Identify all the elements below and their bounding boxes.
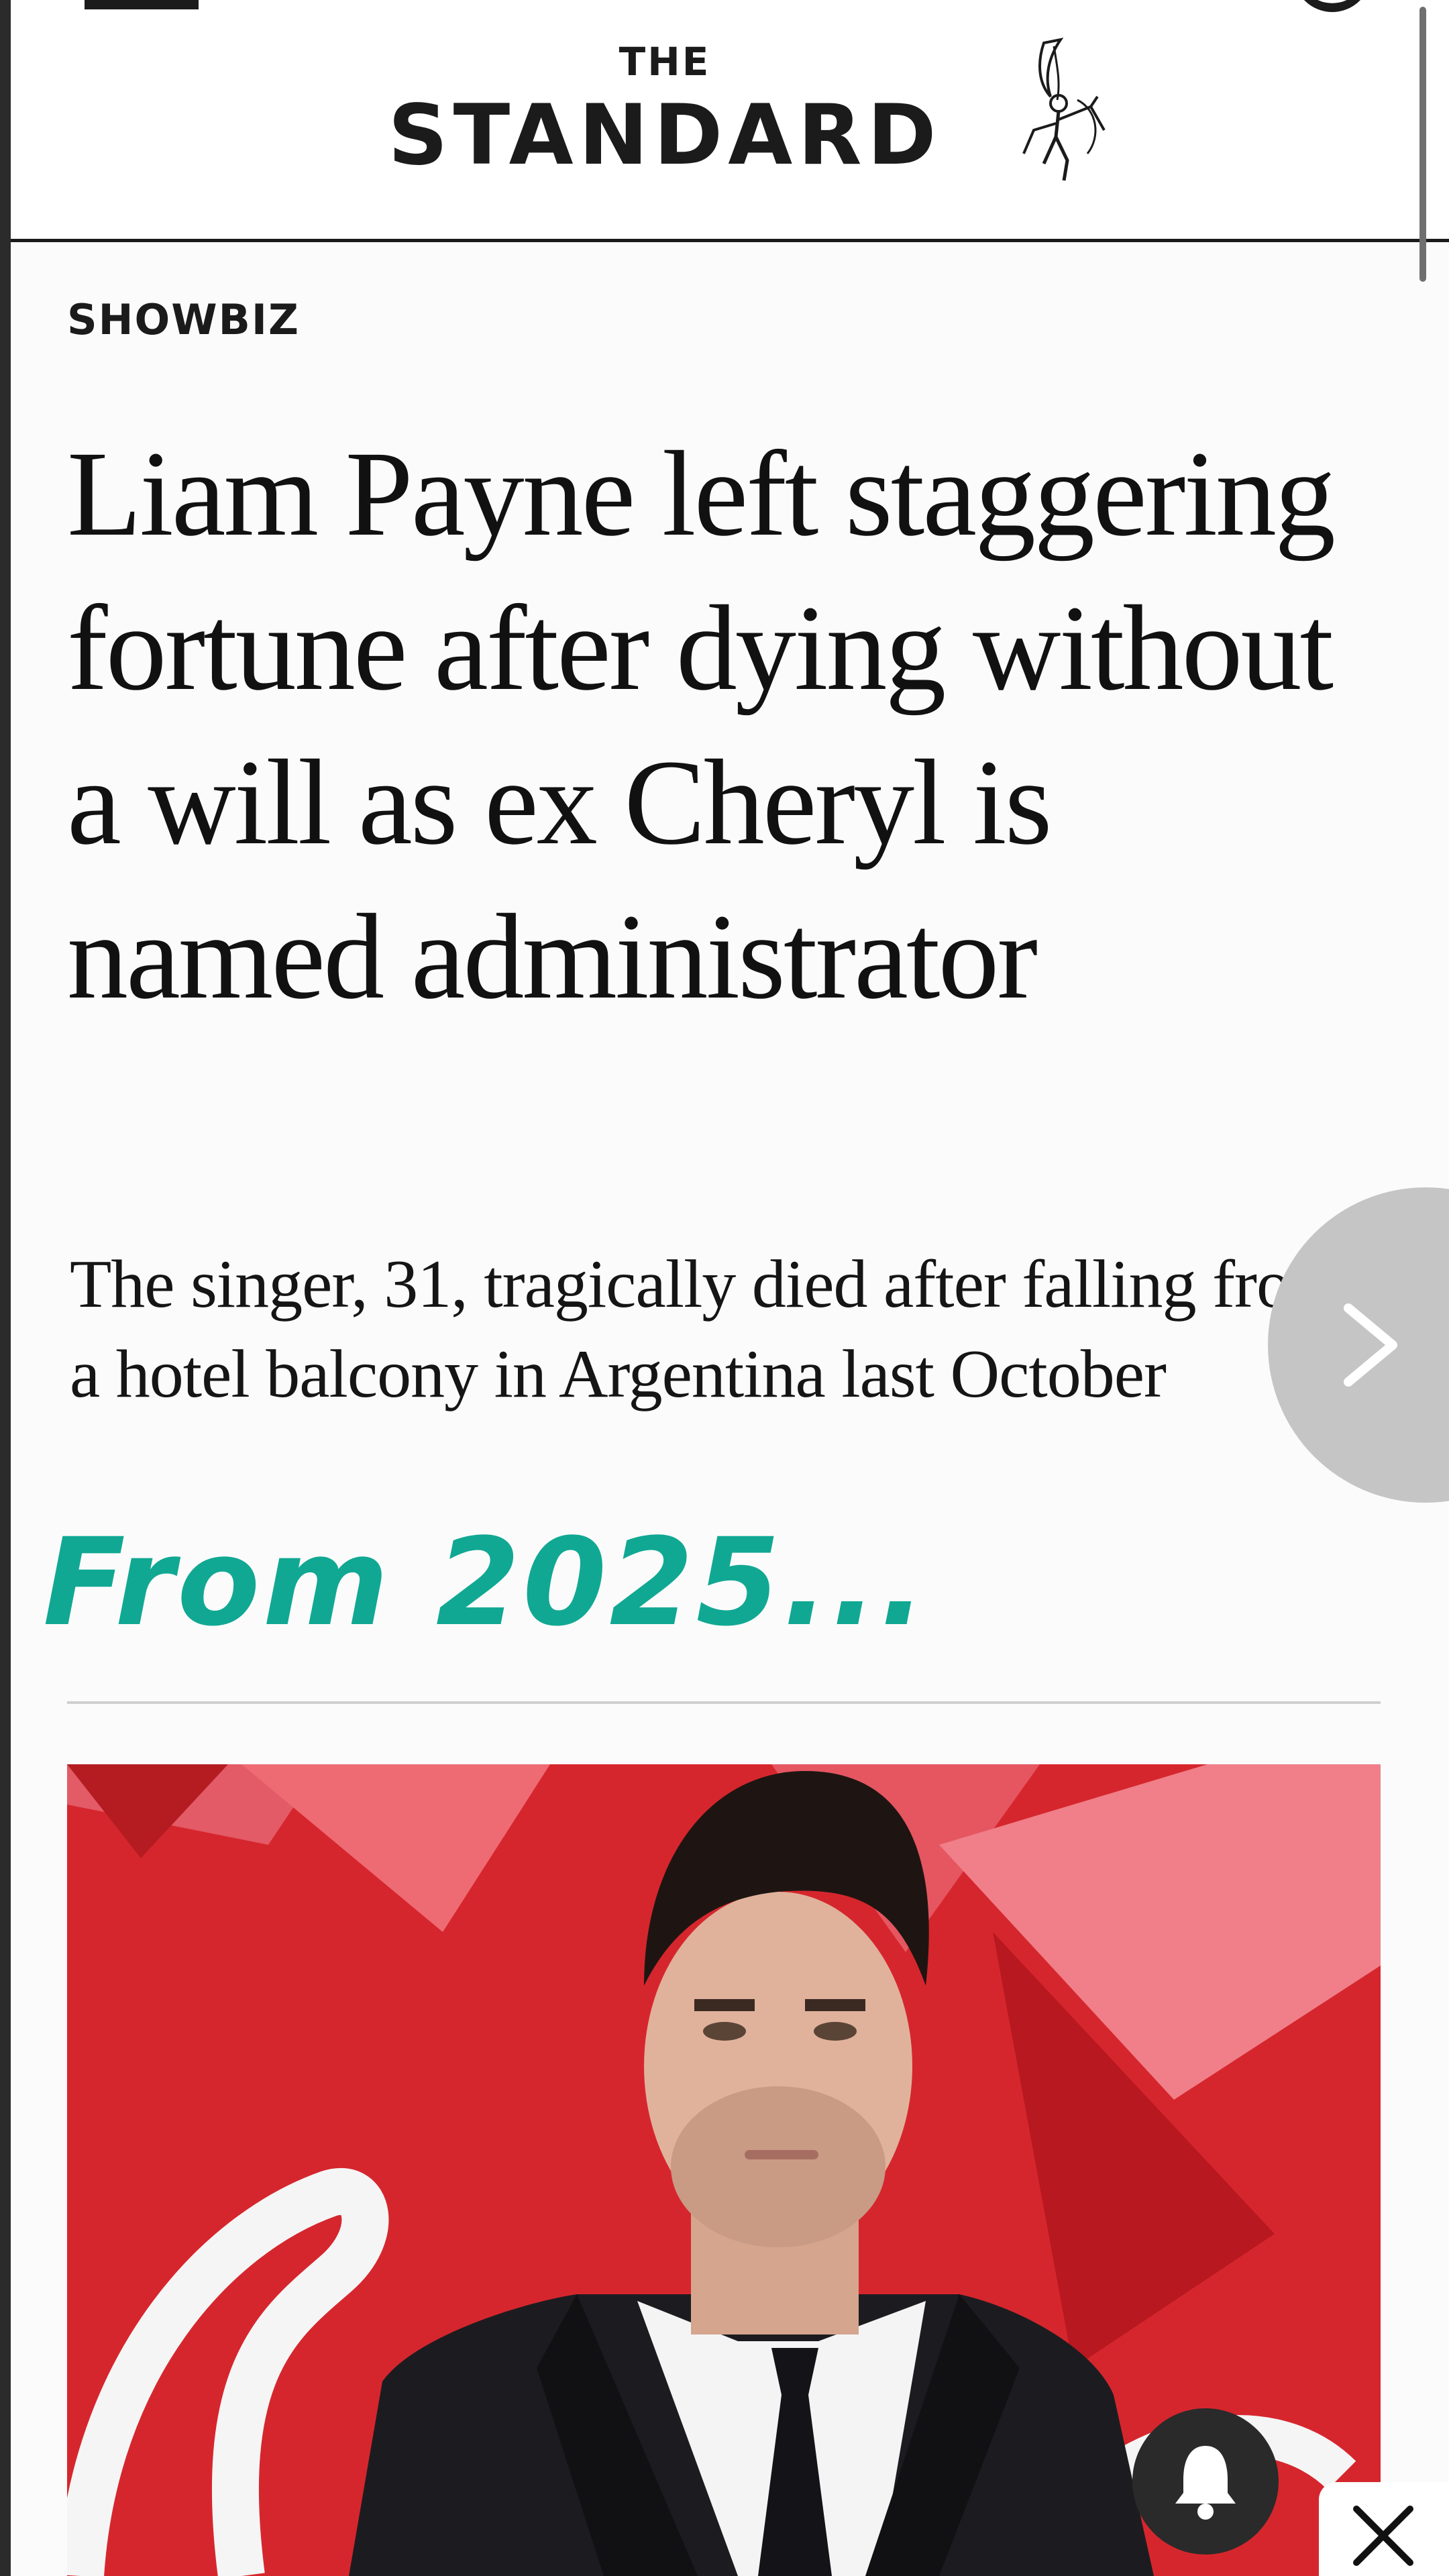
bell-icon — [1175, 2446, 1236, 2520]
logo-standard[interactable]: STANDARD — [11, 87, 1319, 184]
article-page: THE STANDARD SHOWBIZ Liam Payne left sta… — [0, 0, 1449, 2576]
site-header: THE STANDARD — [11, 0, 1449, 242]
screen-edge — [0, 0, 11, 2576]
section-label[interactable]: SHOWBIZ — [67, 295, 300, 344]
divider — [67, 1701, 1381, 1704]
overlay-caption: From 2025... — [43, 1513, 928, 1653]
chevron-right-icon — [1344, 1303, 1397, 1387]
notifications-button[interactable] — [1132, 2408, 1279, 2555]
close-icon — [1353, 2506, 1413, 2566]
scrollbar[interactable] — [1419, 7, 1426, 282]
hamburger-icon[interactable] — [85, 0, 199, 9]
account-icon[interactable] — [1292, 0, 1373, 27]
logo-the: THE — [619, 39, 711, 85]
close-ad-button[interactable] — [1319, 2482, 1449, 2576]
eros-icon — [1022, 38, 1106, 181]
headline: Liam Payne left staggering fortune after… — [67, 427, 1336, 1024]
subheadline: The singer, 31, tragically died after fa… — [70, 1246, 1343, 1412]
